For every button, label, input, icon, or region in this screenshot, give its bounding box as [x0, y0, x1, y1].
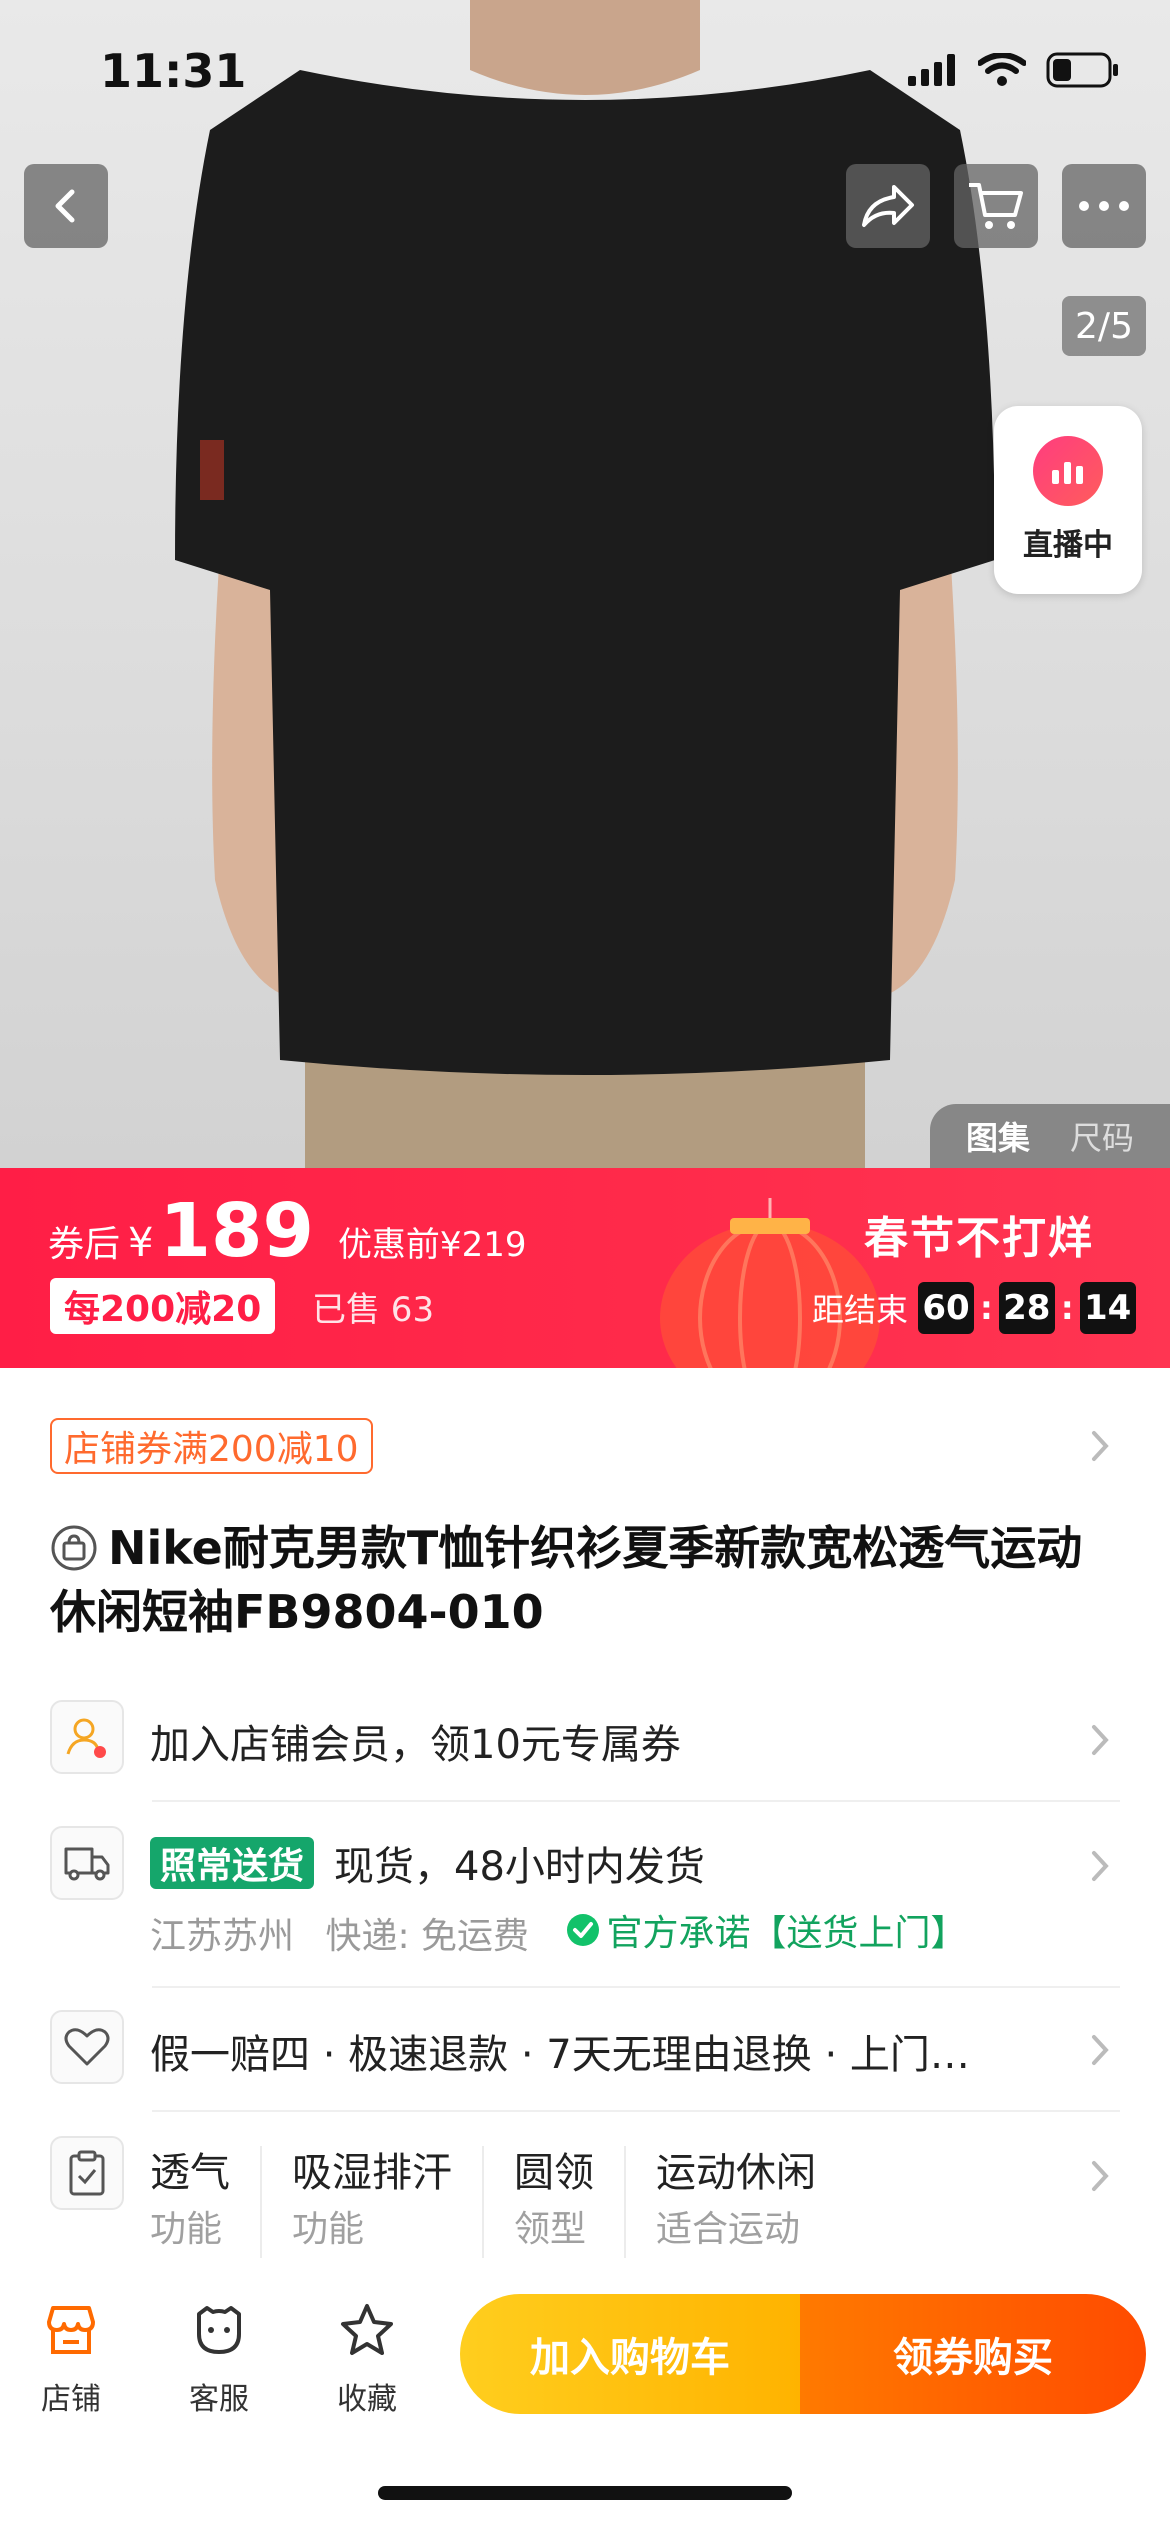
chevron-right-icon — [1080, 2156, 1120, 2196]
guarantee-text: 假一赔四 · 极速退款 · 7天无理由退换 · 上门… — [150, 2032, 970, 2078]
divider — [152, 1986, 1120, 1988]
store-tab[interactable]: 店铺 — [16, 2300, 126, 2418]
countdown-label: 距结束 — [812, 1291, 909, 1329]
divider — [152, 1800, 1120, 1802]
attribute-list: 透气 功能 吸湿排汗 功能 圆领 领型 运动休闲 适合运动 — [150, 2146, 876, 2258]
share-button[interactable] — [846, 164, 930, 248]
status-time: 11:31 — [100, 44, 247, 98]
back-button[interactable] — [24, 164, 108, 248]
shipping-text: 现货，48小时内发货 — [334, 1844, 705, 1890]
clipboard-icon — [50, 2136, 124, 2210]
store-coupon-tag: 店铺券满200减10 — [50, 1418, 373, 1474]
more-button[interactable] — [1062, 164, 1146, 248]
customer-service-icon — [197, 2306, 241, 2354]
favorite-label: 收藏 — [337, 2382, 397, 2417]
store-coupon-row[interactable]: 店铺券满200减10 — [50, 1418, 1120, 1476]
attribute-key: 适合运动 — [656, 2209, 801, 2250]
store-icon — [47, 2306, 95, 2354]
shipping-badge: 照常送货 — [150, 1837, 315, 1889]
share-icon — [862, 185, 914, 227]
home-indicator — [378, 2486, 792, 2500]
live-icon — [1033, 436, 1103, 506]
shipping-origin: 江苏苏州 — [150, 1916, 295, 1957]
countdown: 距结束 60 : 28 : 14 — [812, 1282, 1136, 1334]
sale-title: 春节不打烊 — [864, 1213, 1094, 1264]
wifi-icon — [978, 53, 1026, 86]
official-promise: 官方承诺【送货上门】 — [606, 1913, 967, 1954]
attribute-key: 领型 — [514, 2209, 587, 2250]
promo-chip: 每200减20 — [50, 1278, 276, 1334]
gallery-tabs: 图集 尺码 — [930, 1104, 1170, 1168]
chevron-right-icon — [1080, 1720, 1120, 1760]
buy-with-coupon-button[interactable]: 领券购买 — [800, 2294, 1146, 2414]
chevron-right-icon — [1080, 1426, 1120, 1466]
price-amount: 189 — [159, 1188, 314, 1274]
price-prefix: 券后 — [48, 1224, 121, 1265]
shipping-express: 快递: 免运费 — [325, 1916, 530, 1957]
attribute-key: 功能 — [292, 2209, 365, 2250]
check-circle-icon — [566, 1914, 599, 1946]
countdown-hours: 60 — [918, 1282, 975, 1334]
add-to-cart-button[interactable]: 加入购物车 — [460, 2294, 800, 2414]
live-stream-button[interactable]: 直播中 — [994, 406, 1142, 594]
attribute-value: 吸湿排汗 — [292, 2150, 452, 2196]
member-icon — [50, 1700, 124, 1774]
status-bar: 11:31 — [0, 0, 1170, 150]
tab-gallery[interactable]: 图集 — [966, 1113, 1030, 1159]
attribute-item: 圆领 领型 — [514, 2146, 626, 2258]
shipping-row[interactable]: 照常送货 现货，48小时内发货 江苏苏州 快递: 免运费 官方承诺【送货上门】 — [50, 1826, 1120, 1962]
member-text: 加入店铺会员，领10元专属券 — [150, 1722, 681, 1768]
countdown-seconds: 14 — [1079, 1282, 1136, 1334]
shopping-bag-icon — [51, 1525, 97, 1571]
attribute-value: 圆领 — [514, 2150, 594, 2196]
customer-service-label: 客服 — [189, 2382, 249, 2417]
guarantee-row[interactable]: 假一赔四 · 极速退款 · 7天无理由退换 · 上门… — [50, 2010, 1120, 2090]
attribute-key: 功能 — [150, 2209, 223, 2250]
member-row[interactable]: 加入店铺会员，领10元专属券 — [50, 1700, 1120, 1780]
cart-button[interactable] — [954, 164, 1038, 248]
favorite-tab[interactable]: 收藏 — [312, 2300, 422, 2418]
bottom-action-bar: 店铺 客服 收藏 加入购物车 领券购买 — [0, 2274, 1170, 2532]
original-price: 优惠前¥219 — [337, 1225, 527, 1265]
attribute-item: 透气 功能 — [150, 2146, 262, 2258]
product-gallery[interactable]: 11:31 2/5 直播中 图集 尺码 — [0, 0, 1170, 1168]
attribute-item: 吸湿排汗 功能 — [292, 2146, 484, 2258]
countdown-minutes: 28 — [998, 1282, 1055, 1334]
shopping-cart-icon — [969, 183, 1023, 229]
attribute-value: 透气 — [150, 2150, 230, 2196]
product-title: Nike耐克男款T恤针织衫夏季新款宽松透气运动休闲短袖FB9804-010 — [50, 1521, 1083, 1639]
store-label: 店铺 — [41, 2382, 101, 2417]
sold-count: 已售 63 — [312, 1290, 435, 1330]
price-line: 券后 ¥ 189 优惠前¥219 — [48, 1188, 526, 1274]
tab-size[interactable]: 尺码 — [1070, 1113, 1134, 1159]
chevron-right-icon — [1080, 2030, 1120, 2070]
delivery-truck-icon — [50, 1826, 124, 1900]
shipping-main: 照常送货 现货，48小时内发货 — [150, 1834, 705, 1892]
attribute-item: 运动休闲 适合运动 — [656, 2146, 846, 2258]
customer-service-tab[interactable]: 客服 — [164, 2300, 274, 2418]
price-banner: 券后 ¥ 189 优惠前¥219 每200减20 已售 63 春节不打烊 距结束… — [0, 1168, 1170, 1368]
product-title-block: Nike耐克男款T恤针织衫夏季新款宽松透气运动休闲短袖FB9804-010 — [50, 1516, 1110, 1644]
star-icon — [341, 2304, 393, 2355]
image-page-indicator: 2/5 — [1062, 296, 1146, 356]
attribute-value: 运动休闲 — [656, 2150, 816, 2196]
chevron-right-icon — [1080, 1846, 1120, 1886]
price-currency: ¥ — [128, 1220, 154, 1266]
heart-shield-icon — [50, 2010, 124, 2084]
purchase-buttons: 加入购物车 领券购买 — [460, 2294, 1146, 2414]
cellular-signal-icon — [908, 54, 955, 86]
more-icon — [1079, 201, 1129, 211]
chevron-left-icon — [55, 189, 75, 223]
system-icons — [908, 52, 1120, 88]
live-label: 直播中 — [1023, 528, 1113, 563]
divider — [152, 2110, 1120, 2112]
shipping-sub: 江苏苏州 快递: 免运费 官方承诺【送货上门】 — [150, 1904, 967, 1959]
battery-icon — [1046, 52, 1118, 88]
